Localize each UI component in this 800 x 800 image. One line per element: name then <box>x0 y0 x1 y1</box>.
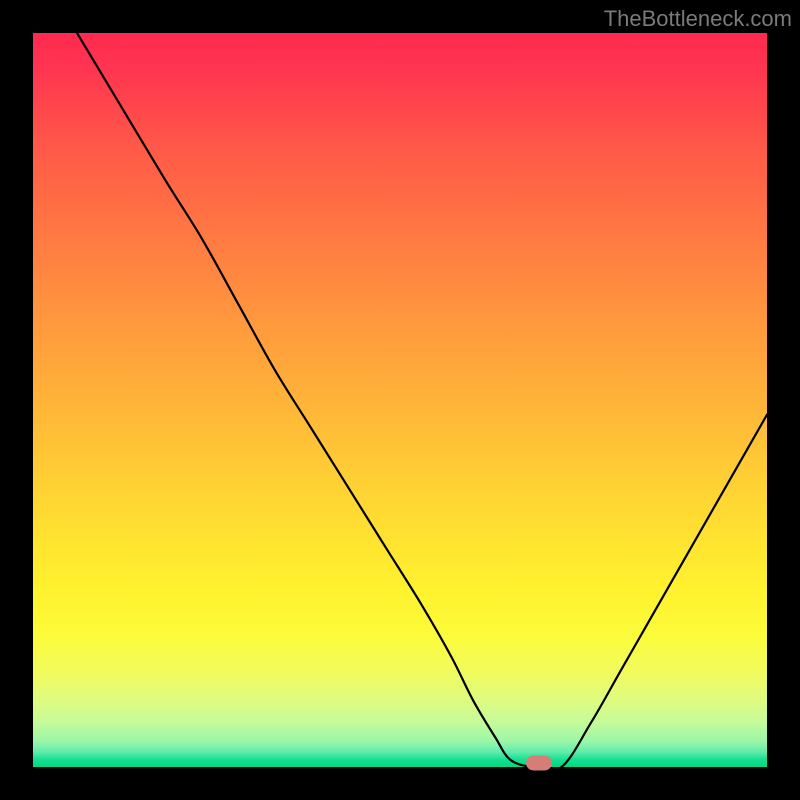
bottleneck-curve <box>77 33 767 767</box>
watermark-text: TheBottleneck.com <box>604 6 792 32</box>
plot-area <box>33 33 767 767</box>
curve-svg <box>33 33 767 767</box>
optimal-marker <box>526 756 552 771</box>
chart-container: TheBottleneck.com <box>0 0 800 800</box>
